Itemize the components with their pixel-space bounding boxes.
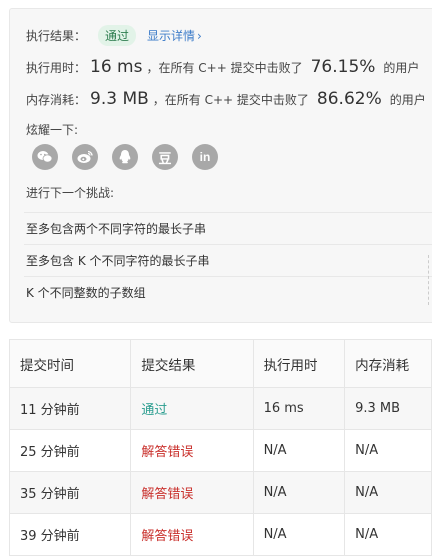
result-panel: 执行结果： 通过 显示详情 › 执行用时： 16 ms ，在所有 C++ 提交中击… [9,8,432,323]
next-challenge-row: 进行下一个挑战: [26,184,114,201]
cell-runtime: N/A [252,471,346,514]
header-memory[interactable]: 内存消耗 [344,339,432,388]
challenge-item[interactable]: 至多包含两个不同字符的最长子串 [24,212,432,244]
exec-result-row: 执行结果： 通过 显示详情 › [26,25,202,46]
cell-memory: N/A [344,513,432,556]
share-icons: 豆 in [32,144,218,170]
submissions-table: 提交时间 提交结果 执行用时 内存消耗 11 分钟前 通过 16 ms 9.3 … [8,339,432,556]
table-row: 35 分钟前 解答错误 N/A N/A [8,471,432,514]
table-header-row: 提交时间 提交结果 执行用时 内存消耗 [8,339,432,388]
challenge-item[interactable]: K 个不同整数的子数组 [24,276,432,308]
wechat-icon[interactable] [32,144,58,170]
exec-result-label: 执行结果： [26,29,87,43]
cell-runtime: N/A [252,513,346,556]
memory-row: 内存消耗： 9.3 MB ，在所有 C++ 提交中击败了 86.62% 的用户 [26,89,426,109]
cell-result[interactable]: 解答错误 [130,513,254,556]
show-details-link[interactable]: 显示详情 › [147,27,202,44]
linkedin-icon[interactable]: in [192,144,218,170]
cell-memory: N/A [344,471,432,514]
memory-label: 内存消耗： [26,92,87,107]
cell-runtime: 16 ms [252,387,346,430]
header-runtime[interactable]: 执行用时 [252,339,346,388]
runtime-users: 的用户 [383,60,420,75]
weibo-icon[interactable] [72,144,98,170]
chevron-right-icon: › [197,29,202,43]
runtime-value: 16 ms [90,57,143,77]
cell-time: 35 分钟前 [8,471,132,514]
cell-time: 39 分钟前 [8,513,132,556]
cell-result[interactable]: 通过 [130,387,254,430]
cell-time: 11 分钟前 [8,387,132,430]
next-challenge-label: 进行下一个挑战: [26,186,115,200]
runtime-label: 执行用时： [26,60,87,75]
side-divider [428,255,431,305]
table-row: 11 分钟前 通过 16 ms 9.3 MB [8,387,432,430]
table-row: 25 分钟前 解答错误 N/A N/A [8,429,432,472]
cell-runtime: N/A [252,429,346,472]
memory-text: ，在所有 C++ 提交中击败了 [152,92,309,107]
memory-value: 9.3 MB [90,89,149,109]
douban-icon[interactable]: 豆 [152,144,178,170]
cell-result[interactable]: 解答错误 [130,429,254,472]
runtime-text: ，在所有 C++ 提交中击败了 [146,60,303,75]
runtime-percent: 76.15% [310,57,376,77]
header-submit-result[interactable]: 提交结果 [130,339,254,388]
header-submit-time[interactable]: 提交时间 [8,339,132,388]
douban-glyph: 豆 [158,151,172,167]
memory-percent: 86.62% [316,89,382,109]
memory-users: 的用户 [389,92,426,107]
cell-time: 25 分钟前 [8,429,132,472]
table-row: 39 分钟前 解答错误 N/A N/A [8,513,432,556]
share-row: 炫耀一下: [26,121,78,138]
runtime-row: 执行用时： 16 ms ，在所有 C++ 提交中击败了 76.15% 的用户 [26,57,419,77]
share-label: 炫耀一下: [26,123,79,137]
challenge-item[interactable]: 至多包含 K 个不同字符的最长子串 [24,244,432,276]
cell-result[interactable]: 解答错误 [130,471,254,514]
show-details-label: 显示详情 [147,29,196,43]
status-badge: 通过 [98,25,137,46]
cell-memory: 9.3 MB [344,387,432,430]
qq-icon[interactable] [112,144,138,170]
cell-memory: N/A [344,429,432,472]
linkedin-glyph: in [199,150,211,164]
challenge-list: 至多包含两个不同字符的最长子串 至多包含 K 个不同字符的最长子串 K 个不同整… [24,212,432,308]
